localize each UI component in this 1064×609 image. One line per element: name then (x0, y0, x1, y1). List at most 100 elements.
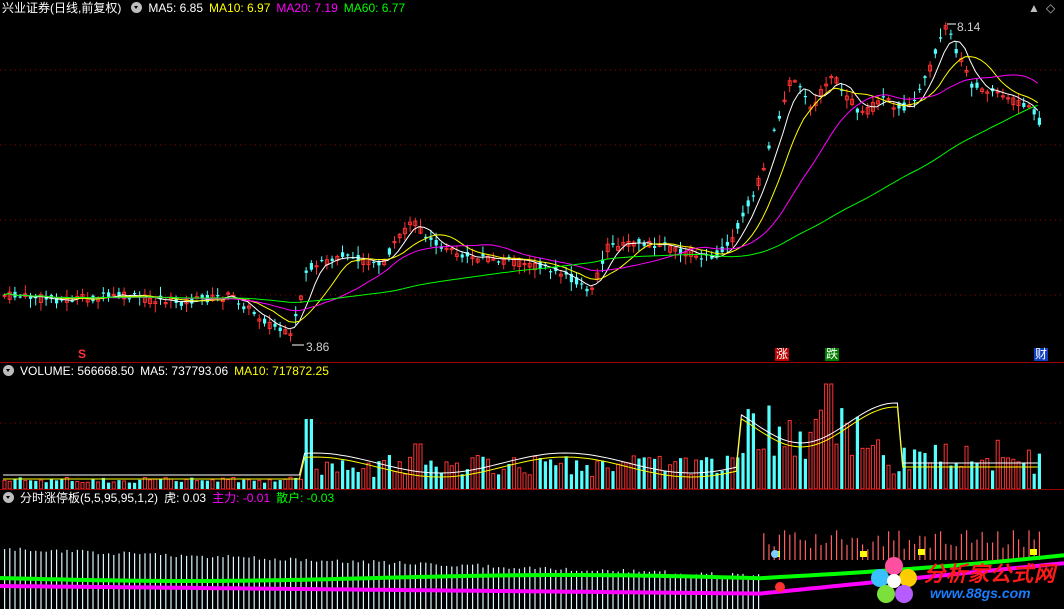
indicator-bar (841, 539, 843, 560)
volume-bar (813, 418, 818, 489)
indicator-bar (784, 530, 786, 560)
volume-bar (159, 479, 163, 489)
volume-bar (517, 467, 522, 489)
indicator-bar (243, 557, 245, 609)
volume-bar (23, 479, 28, 489)
indicator-bar (316, 561, 318, 609)
candle-body (751, 195, 755, 197)
candle-body (18, 296, 22, 298)
ma10-label: MA10: 6.97 (209, 1, 271, 15)
candle-body (133, 292, 137, 295)
volume-bar (460, 474, 464, 489)
indicator-bar (799, 539, 801, 560)
indicator-bar (815, 534, 817, 560)
volume-bar (595, 460, 600, 489)
volume-bar (418, 443, 423, 489)
indicator-bar (357, 562, 359, 609)
fall-tag[interactable]: 跌 (825, 348, 840, 361)
volume-bar (840, 408, 844, 489)
volume-bar (575, 460, 579, 489)
indicator-bar (768, 544, 770, 560)
candle-body (975, 82, 979, 88)
low-price-label: 3.86 (306, 340, 330, 354)
volume-bar (907, 469, 912, 489)
volume-pane[interactable]: VOLUME: 566668.50 MA5: 737793.06 MA10: 717… (0, 363, 1064, 489)
indicator-bar (321, 560, 323, 609)
volume-bar (320, 474, 324, 489)
volume-bar (200, 480, 204, 489)
volume-bar (117, 480, 121, 489)
volume-bar (532, 456, 537, 489)
indicator-bar (810, 547, 812, 560)
indicator-bar (409, 564, 411, 609)
indicator-bar (212, 557, 214, 609)
volume-bar (558, 462, 563, 489)
volume-bar (481, 456, 485, 489)
candle-body (918, 88, 922, 90)
indicator-bar (461, 564, 463, 609)
rise-tag[interactable]: 涨 (775, 348, 790, 361)
volume-bar (694, 459, 699, 489)
candle-body (741, 212, 745, 217)
volume-bar (798, 431, 802, 489)
ma20-line (2, 74, 1039, 312)
candle-body (777, 115, 781, 119)
volume-bar (49, 478, 53, 489)
indicator-bar (846, 544, 848, 560)
indicator-settings-icon[interactable] (3, 492, 14, 503)
zhuli-value: 主力: -0.01 (212, 491, 271, 505)
indicator-bar (794, 532, 796, 560)
candle-body (1022, 103, 1026, 107)
candle-body (242, 306, 246, 310)
indicator-bar (836, 530, 838, 560)
indicator-bar (253, 556, 255, 609)
indicator-bar (804, 540, 806, 560)
volume-bar (242, 479, 246, 489)
volume-bar (637, 458, 641, 489)
indicator-bar (430, 563, 432, 609)
volume-bar (2, 479, 7, 489)
volume-bar (351, 467, 355, 489)
candle-body (372, 261, 376, 264)
scroll-up-icon[interactable]: ▲ (1028, 2, 1040, 14)
volume-bar (7, 480, 12, 489)
indicator-bar (487, 564, 489, 609)
candle-body (1037, 117, 1041, 125)
volume-bar (55, 480, 59, 489)
diamond-icon[interactable]: ◇ (1046, 2, 1055, 14)
volume-bar (60, 478, 64, 489)
indicator-bar (274, 558, 276, 609)
volume-bar (309, 419, 313, 489)
volume-bar (855, 416, 859, 489)
volume-bar (273, 481, 277, 489)
volume-bar (995, 439, 1000, 489)
volume-bar (834, 443, 839, 489)
indicator-bar (825, 542, 827, 560)
volume-settings-icon[interactable] (3, 365, 14, 376)
candle-body (263, 318, 267, 324)
volume-chart[interactable] (0, 363, 1064, 489)
volume-bar (777, 426, 781, 489)
volume-bar (959, 465, 964, 489)
ma60-line (2, 104, 1038, 303)
volume-bar (512, 457, 517, 489)
settings-icon[interactable] (131, 2, 143, 13)
sell-signal-tag[interactable]: S (78, 348, 86, 361)
indicator-bar (336, 559, 338, 609)
price-pane[interactable]: 兴业证券(日线,前复权) MA5: 6.85 MA10: 6.97 MA20: 7.1… (0, 0, 1064, 362)
ma20-label: MA20: 7.19 (276, 1, 338, 15)
volume-bar (392, 470, 397, 489)
volume-bar (730, 457, 735, 489)
volume-bar (803, 458, 807, 489)
volume-bar (585, 465, 589, 489)
candlestick-chart[interactable] (0, 0, 1064, 362)
candle-body (923, 76, 927, 79)
finance-tag[interactable]: 财 (1034, 348, 1049, 361)
candle-body (127, 298, 131, 300)
volume-bar (1011, 458, 1016, 489)
indicator-bar (258, 559, 260, 609)
candle-body (772, 129, 776, 131)
indicator-bar (378, 561, 380, 609)
volume-bar (501, 468, 506, 489)
volume-bar (75, 480, 80, 489)
